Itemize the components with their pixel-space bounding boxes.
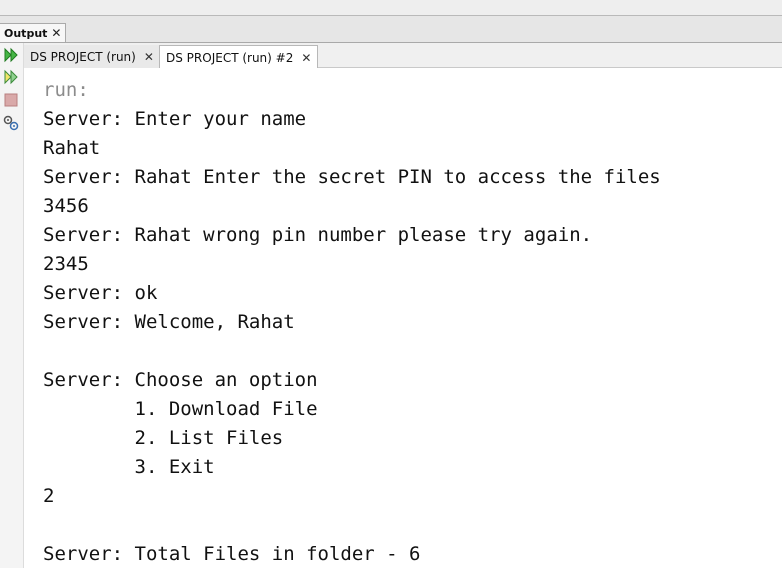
- stop-icon[interactable]: [2, 91, 20, 109]
- console-line: Server: Enter your name: [43, 108, 307, 130]
- rerun-with-args-icon[interactable]: [2, 68, 20, 86]
- tab-label: DS PROJECT (run): [30, 49, 136, 64]
- top-strip: [0, 0, 782, 16]
- close-icon[interactable]: ✕: [301, 51, 311, 65]
- output-tab-label: Output: [4, 26, 48, 40]
- rerun-icon[interactable]: [2, 46, 20, 64]
- close-icon[interactable]: ✕: [144, 50, 154, 64]
- close-icon[interactable]: ✕: [51, 26, 61, 40]
- settings-icon[interactable]: [2, 114, 20, 132]
- console-line: 3456: [43, 195, 89, 217]
- console-output[interactable]: run: Server: Enter your name Rahat Serve…: [24, 68, 782, 568]
- output-panel-tab[interactable]: Output ✕: [0, 23, 67, 42]
- console-line: 2: [43, 485, 55, 507]
- console-line: Server: Rahat Enter the secret PIN to ac…: [43, 166, 661, 188]
- console-line: 1. Download File: [43, 398, 318, 420]
- output-toolbar: [0, 43, 24, 568]
- console-line: 3. Exit: [43, 456, 215, 478]
- tab-ds-project-run[interactable]: DS PROJECT (run) ✕: [24, 45, 160, 68]
- console-line: Server: Welcome, Rahat: [43, 311, 295, 333]
- console-line: Server: Total Files in folder - 6: [43, 543, 421, 565]
- tab-ds-project-run-2[interactable]: DS PROJECT (run) #2 ✕: [159, 45, 319, 69]
- console-line: 2. List Files: [43, 427, 284, 449]
- console-line: Rahat: [43, 137, 101, 159]
- console-line: run:: [43, 79, 89, 101]
- run-tabs: DS PROJECT (run) ✕ DS PROJECT (run) #2 ✕: [24, 43, 782, 69]
- console-line: Server: Rahat wrong pin number please tr…: [43, 224, 593, 246]
- panel-header: [0, 16, 782, 42]
- console-line: Server: ok: [43, 282, 158, 304]
- console-line: 2345: [43, 253, 89, 275]
- console-line: Server: Choose an option: [43, 369, 318, 391]
- tab-label: DS PROJECT (run) #2: [166, 50, 294, 65]
